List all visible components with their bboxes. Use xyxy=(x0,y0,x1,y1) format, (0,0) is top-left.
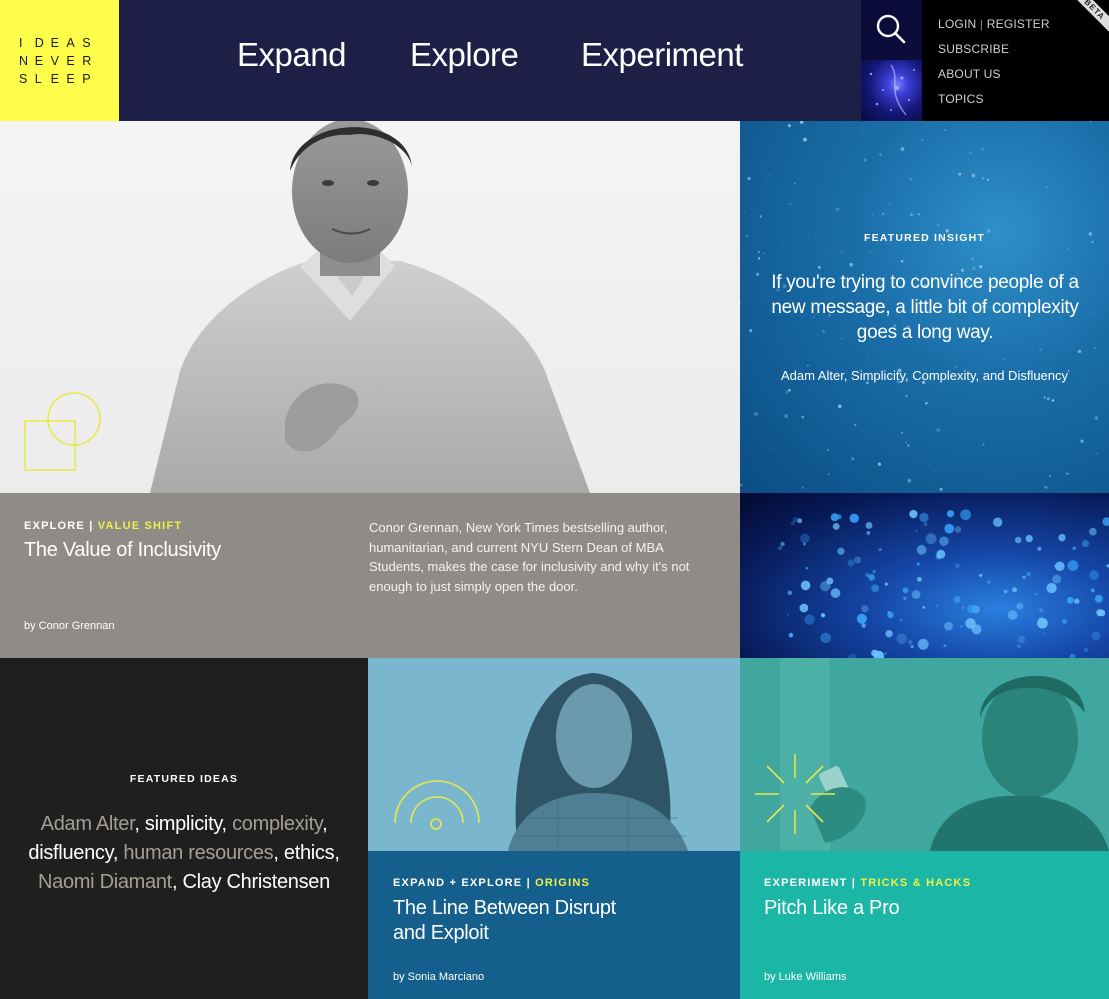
hero-caption: EXPLORE | VALUE SHIFT The Value of Inclu… xyxy=(0,493,740,658)
logo-letter: S xyxy=(82,36,91,50)
main-nav: Expand Explore Experiment xyxy=(119,0,861,121)
card2-title[interactable]: The Line Between Disrupt and Exploit xyxy=(393,896,616,946)
logo-wordmark: IDEASNEVERSLEEP xyxy=(19,35,98,88)
search-icon xyxy=(876,14,906,44)
nav-experiment[interactable]: Experiment xyxy=(581,36,743,74)
utility-menu: LOGIN | REGISTER SUBSCRIBE ABOUT US TOPI… xyxy=(922,0,1109,121)
logo-letter: V xyxy=(50,54,59,68)
tag-separator: , xyxy=(322,813,328,835)
hero-title[interactable]: The Value of Inclusivity xyxy=(24,538,221,563)
logo-letter: R xyxy=(82,54,92,68)
tag-separator: , xyxy=(221,813,233,835)
card3-title[interactable]: Pitch Like a Pro xyxy=(764,896,900,921)
beta-badge: BETA xyxy=(1070,0,1109,34)
card3-byline[interactable]: by Luke Williams xyxy=(764,971,847,983)
hero-video-thumbnail[interactable] xyxy=(0,121,740,493)
hero-separator: | xyxy=(89,520,94,532)
logo-letter: L xyxy=(34,72,42,86)
card2-title-line2: and Exploit xyxy=(393,922,489,944)
logo-letter: E xyxy=(66,54,75,68)
logo-letter: D xyxy=(34,36,44,50)
tag-separator: , xyxy=(171,871,183,893)
insight-kicker: FEATURED INSIGHT xyxy=(863,232,986,244)
search-tile xyxy=(861,0,922,121)
login-link[interactable]: LOGIN xyxy=(938,17,976,31)
tag-separator: , xyxy=(134,813,145,835)
card3-person-illustration xyxy=(740,658,1109,851)
logo-letter: N xyxy=(19,54,29,68)
logo-letter: P xyxy=(82,72,91,86)
logo-letter: I xyxy=(19,36,23,50)
card2-caption: EXPAND + EXPLORE | ORIGINS The Line Betw… xyxy=(368,851,740,999)
hero-description: Conor Grennan, New York Times bestsellin… xyxy=(369,520,690,594)
about-link[interactable]: ABOUT US xyxy=(938,67,1001,81)
register-link[interactable]: REGISTER xyxy=(987,17,1050,31)
card2-byline[interactable]: by Sonia Marciano xyxy=(393,971,484,983)
logo-letter: E xyxy=(50,72,59,86)
idea-tag[interactable]: human resources xyxy=(123,842,273,864)
featured-ideas: FEATURED IDEAS Adam Alter, simplicity, c… xyxy=(0,658,368,999)
card2-category[interactable]: EXPAND + EXPLORE xyxy=(393,877,522,889)
card2-geometric-overlay xyxy=(394,780,480,830)
logo-letter: E xyxy=(66,72,75,86)
nav-expand[interactable]: Expand xyxy=(237,36,346,74)
hero-person-illustration xyxy=(24,121,590,493)
idea-tag[interactable]: Naomi Diamant xyxy=(38,871,172,893)
logo-letter: E xyxy=(50,36,59,50)
tag-separator: , xyxy=(273,842,284,864)
logo-letter: S xyxy=(19,72,28,86)
tag-separator: , xyxy=(334,842,340,864)
ideas-tag-list: Adam Alter, simplicity, complexity, disf… xyxy=(20,810,348,897)
logo-letter: A xyxy=(66,36,75,50)
idea-tag[interactable]: complexity xyxy=(232,813,322,835)
insight-attribution: Adam Alter, Simplicity, Complexity, and … xyxy=(780,368,1069,383)
login-register: LOGIN | REGISTER xyxy=(938,17,1050,31)
nav-explore[interactable]: Explore xyxy=(410,36,519,74)
card3-kicker: EXPERIMENT | TRICKS & HACKS xyxy=(764,877,971,889)
tag-separator: , xyxy=(112,842,124,864)
site-logo[interactable]: IDEASNEVERSLEEP xyxy=(0,0,119,121)
card3-video-thumbnail[interactable] xyxy=(740,658,1109,851)
card2-subcategory[interactable]: ORIGINS xyxy=(535,877,590,889)
idea-tag[interactable]: disfluency xyxy=(28,842,113,864)
subscribe-link[interactable]: SUBSCRIBE xyxy=(938,42,1009,56)
idea-tag[interactable]: Adam Alter xyxy=(41,813,135,835)
ideas-kicker: FEATURED IDEAS xyxy=(129,773,239,785)
hero-byline[interactable]: by Conor Grennan xyxy=(24,620,115,632)
card2-person-illustration xyxy=(394,673,688,851)
card3-separator: | xyxy=(851,877,857,889)
idea-tag[interactable]: ethics xyxy=(284,842,335,864)
hero-kicker: EXPLORE | VALUE SHIFT xyxy=(24,520,182,532)
card2-title-line1: The Line Between Disrupt xyxy=(393,897,616,919)
insight-bokeh-image xyxy=(740,493,1109,658)
card3-category[interactable]: EXPERIMENT xyxy=(764,877,848,889)
search-tile-image xyxy=(861,60,922,121)
card2-separator: | xyxy=(526,877,531,889)
hero-category[interactable]: EXPLORE xyxy=(24,520,85,532)
featured-insight[interactable]: FEATURED INSIGHT If you're trying to con… xyxy=(740,121,1109,493)
idea-tag[interactable]: simplicity xyxy=(145,813,222,835)
card3-caption: EXPERIMENT | TRICKS & HACKS Pitch Like a… xyxy=(740,851,1109,999)
insight-quote: If you're trying to convince people of a… xyxy=(771,272,1079,343)
utility-separator: | xyxy=(979,17,984,31)
hero-geometric-overlay xyxy=(24,392,101,471)
search-button[interactable] xyxy=(861,0,922,60)
topics-link[interactable]: TOPICS xyxy=(938,92,984,106)
idea-tag[interactable]: Clay Christensen xyxy=(182,871,330,893)
card2-video-thumbnail[interactable] xyxy=(368,658,740,851)
logo-letter: E xyxy=(34,54,44,68)
hero-subcategory[interactable]: VALUE SHIFT xyxy=(98,520,183,532)
card2-kicker: EXPAND + EXPLORE | ORIGINS xyxy=(393,877,590,889)
card3-subcategory[interactable]: TRICKS & HACKS xyxy=(860,877,971,889)
